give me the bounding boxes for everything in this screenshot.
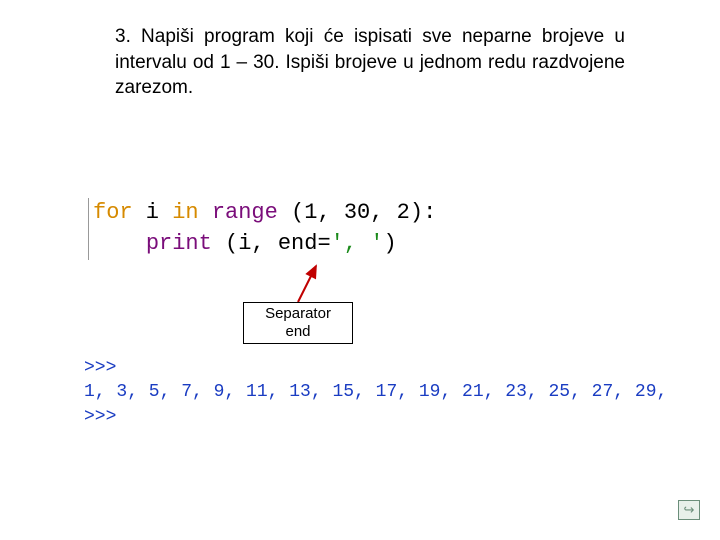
code-text: (1, 30, 2)	[291, 200, 423, 225]
code-indent	[93, 231, 146, 256]
prompt: >>>	[84, 407, 127, 427]
label-line2: end	[248, 323, 348, 341]
next-slide-icon[interactable]: ↪	[678, 500, 700, 520]
string-literal: ', '	[331, 231, 384, 256]
arrow-icon	[294, 262, 324, 306]
separator-label: Separator end	[243, 302, 353, 344]
keyword-for: for	[93, 200, 133, 225]
func-print: print	[146, 231, 225, 256]
func-range: range	[199, 200, 291, 225]
code-text: i	[133, 200, 173, 225]
output-result: 1, 3, 5, 7, 9, 11, 13, 15, 17, 19, 21, 2…	[84, 382, 667, 402]
code-text: )	[383, 231, 396, 256]
prompt: >>>	[84, 358, 127, 378]
keyword-in: in	[172, 200, 198, 225]
code-colon: :	[423, 200, 436, 225]
code-block: for i in range (1, 30, 2): print (i, end…	[88, 198, 436, 260]
task-description: 3. Napiši program koji će ispisati sve n…	[115, 24, 625, 101]
label-line1: Separator	[248, 305, 348, 323]
code-text: (i, end=	[225, 231, 331, 256]
output-block: >>> 1, 3, 5, 7, 9, 11, 13, 15, 17, 19, 2…	[84, 356, 667, 429]
